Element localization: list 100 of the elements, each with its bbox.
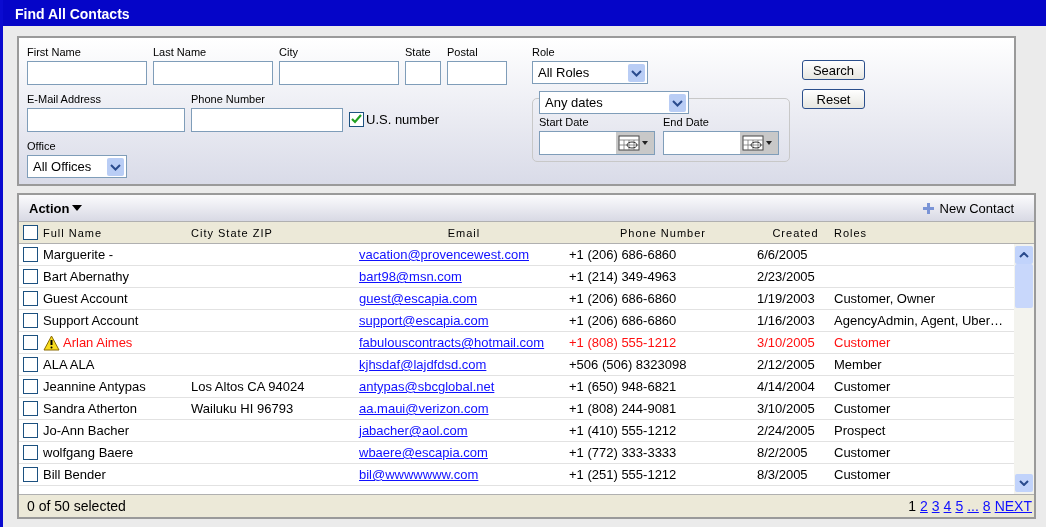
reset-button[interactable]: Reset	[802, 89, 865, 109]
date-cell-text: 2/12/2005	[757, 357, 816, 372]
date-field[interactable]	[663, 131, 779, 155]
checkbox[interactable]	[23, 401, 38, 416]
page-link[interactable]: ...	[967, 498, 979, 514]
dropdown-caret-icon[interactable]	[107, 157, 124, 176]
field-label: End Date	[663, 116, 710, 128]
checkbox[interactable]	[23, 467, 38, 482]
page-link[interactable]: NEXT	[994, 498, 1032, 514]
input-field[interactable]	[279, 61, 399, 85]
new-contact-button[interactable]: New Contact	[922, 200, 1014, 216]
column-header[interactable]: Email	[359, 226, 569, 239]
phone-cell-text: +1 (808) 555-1212	[569, 335, 678, 350]
field-label: Start Date	[539, 116, 590, 128]
email-link[interactable]: guest@escapia.com	[359, 291, 481, 306]
column-header[interactable]: City State ZIP	[191, 226, 359, 239]
plus-icon[interactable]	[922, 202, 934, 214]
input-field[interactable]	[27, 61, 147, 85]
input-field[interactable]	[405, 61, 441, 85]
phone-cell-text: +1 (206) 686-6860	[569, 247, 678, 262]
field-label: First Name	[27, 46, 82, 58]
date-cell-text: 3/10/2005	[757, 335, 816, 350]
checkbox[interactable]	[23, 291, 38, 306]
date-cell-text: 8/3/2005	[757, 467, 809, 482]
field-label: Last Name	[153, 46, 208, 58]
email-link[interactable]: kjhsdaf@lajdfdsd.com	[359, 357, 491, 372]
warning-icon	[43, 334, 60, 351]
date-field[interactable]	[539, 131, 655, 155]
email-link[interactable]: jabacher@aol.com	[359, 423, 472, 438]
phone-cell-text: +1 (206) 686-6860	[569, 291, 678, 306]
email-link[interactable]: aa.maui@verizon.com	[359, 401, 493, 416]
email-link[interactable]: support@escapia.com	[359, 313, 493, 328]
page-link[interactable]: 8	[982, 498, 991, 514]
column-header[interactable]: Full Name	[43, 226, 191, 239]
date-cell-text: 1/19/2003	[757, 291, 816, 306]
role-select[interactable]: All Roles	[532, 61, 648, 84]
phone-cell-text: +506 (506) 8323098	[569, 357, 688, 372]
page-link[interactable]: 5	[955, 498, 964, 514]
name-cell-text: Bill Bender	[43, 467, 107, 482]
scrollbar[interactable]	[1014, 244, 1034, 494]
date-range-select[interactable]: Any dates	[539, 91, 689, 114]
location-cell-text: Los Altos CA 94024	[191, 379, 306, 394]
email-link[interactable]: bil@wwwwwww.com	[359, 467, 483, 482]
field-label: Phone Number	[191, 93, 266, 105]
roles-cell-text: Customer, Owner	[834, 291, 937, 306]
page-link[interactable]: 1	[908, 498, 916, 514]
scroll-thumb[interactable]	[1015, 264, 1033, 308]
email-link[interactable]: wbaere@escapia.com	[359, 445, 492, 460]
roles-cell-text: Customer	[834, 379, 892, 394]
dropdown-caret-icon[interactable]	[628, 63, 645, 82]
scroll-up-icon[interactable]	[1015, 246, 1033, 264]
scroll-down-icon[interactable]	[1015, 474, 1033, 492]
action-menu-button[interactable]: Action	[29, 200, 83, 216]
dropdown-caret-icon[interactable]	[669, 93, 686, 112]
checkbox[interactable]	[23, 335, 38, 350]
input-field[interactable]	[191, 108, 343, 132]
phone-cell-text: +1 (808) 244-9081	[569, 401, 678, 416]
phone-cell-text: +1 (206) 686-6860	[569, 313, 678, 328]
name-cell-text: wolfgang Baere	[43, 445, 135, 460]
page-link[interactable]: 2	[920, 498, 928, 514]
phone-cell-text: +1 (410) 555-1212	[569, 423, 678, 438]
field-label: City	[279, 46, 299, 58]
location-cell-text: Wailuku HI 96793	[191, 401, 295, 416]
name-cell-text: Guest Account	[43, 291, 129, 306]
roles-cell-text: Prospect	[834, 423, 887, 438]
column-header[interactable]: Created	[757, 226, 834, 239]
checkbox[interactable]	[23, 269, 38, 284]
name-cell-text: Jo-Ann Bacher	[43, 423, 130, 438]
input-field[interactable]	[153, 61, 273, 85]
caret-icon[interactable]	[72, 205, 83, 211]
checkbox[interactable]	[23, 313, 38, 328]
checkbox[interactable]	[23, 423, 38, 438]
column-header[interactable]: Roles	[834, 226, 1034, 239]
column-header[interactable]: Phone Number	[569, 226, 757, 239]
checkbox[interactable]	[23, 357, 38, 372]
field-label: State	[405, 46, 432, 58]
input-field[interactable]	[27, 108, 185, 132]
roles-cell-text: Customer	[834, 335, 892, 350]
checkbox[interactable]	[23, 379, 38, 394]
email-link[interactable]: fabulouscontracts@hotmail.com	[359, 335, 549, 350]
roles-cell-text: Customer	[834, 467, 892, 482]
email-link[interactable]: bart98@msn.com	[359, 269, 466, 284]
email-link[interactable]: antypas@sbcglobal.net	[359, 379, 499, 394]
page-link[interactable]: 3	[931, 498, 940, 514]
checkbox[interactable]	[349, 112, 364, 127]
field-label: Office	[27, 140, 57, 152]
roles-cell-text: Customer	[834, 445, 892, 460]
checkbox[interactable]	[23, 225, 38, 240]
search-button[interactable]: Search	[802, 60, 865, 80]
checkbox[interactable]	[23, 247, 38, 262]
name-cell-text: Support Account	[43, 313, 140, 328]
page-link[interactable]: 4	[943, 498, 952, 514]
input-field[interactable]	[447, 61, 507, 85]
calendar-button[interactable]	[616, 132, 654, 154]
email-link[interactable]: vacation@provencewest.com	[359, 247, 533, 262]
calendar-button[interactable]	[740, 132, 778, 154]
name-cell-text: Sandra Atherton	[43, 401, 138, 416]
date-cell-text: 3/10/2005	[757, 401, 816, 416]
checkbox[interactable]	[23, 445, 38, 460]
office-select[interactable]: All Offices	[27, 155, 127, 178]
